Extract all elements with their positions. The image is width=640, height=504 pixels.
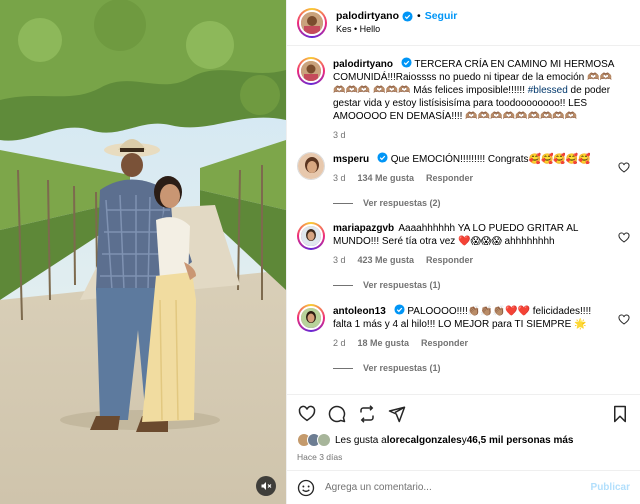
comment-time[interactable]: 3 d	[333, 172, 346, 185]
author-avatar[interactable]	[297, 7, 327, 38]
comment-item: mariapazgvb Aaaahhhhhh YA LO PUEDO GRITA…	[297, 222, 630, 267]
comment-composer: Publicar	[287, 470, 640, 504]
comment-likes[interactable]: 423 Me gusta	[358, 254, 415, 267]
view-replies-label: Ver respuestas (1)	[363, 363, 441, 373]
repost-icon	[360, 405, 374, 423]
share-button[interactable]	[387, 404, 407, 424]
follow-button[interactable]: Seguir	[425, 10, 458, 23]
comment-icon	[328, 405, 346, 423]
comment-time[interactable]: 2 d	[333, 337, 346, 350]
verified-badge-icon	[401, 57, 412, 68]
comments-list[interactable]: palodirtyano TERCERA CRÍA EN CAMINO MI H…	[287, 47, 640, 392]
separator-dot: •	[417, 9, 421, 22]
verified-badge-icon	[394, 304, 405, 315]
view-replies-button[interactable]: Ver respuestas (1)	[333, 363, 630, 373]
comment-likes[interactable]: 18 Me gusta	[358, 337, 410, 350]
caption-username[interactable]: palodirtyano	[333, 59, 393, 70]
save-button[interactable]	[610, 404, 630, 424]
verified-badge-icon	[402, 10, 413, 22]
reply-button[interactable]: Responder	[421, 337, 468, 350]
mute-button[interactable]	[256, 476, 276, 496]
comment-item: antoleon13 PALOOOO!!!!👏🏽👏🏽👏🏽❤️❤️ felicid…	[297, 304, 630, 350]
muted-speaker-icon	[261, 482, 272, 490]
comment-username[interactable]: mariapazgvb	[333, 223, 394, 234]
commenter-avatar[interactable]	[297, 152, 325, 180]
repost-button[interactable]	[357, 404, 377, 424]
reply-button[interactable]: Responder	[426, 254, 473, 267]
comment-likes[interactable]: 134 Me gusta	[358, 172, 415, 185]
liker-username[interactable]: lorecalgonzales	[387, 435, 462, 446]
comment-text: Que EMOCIÓN!!!!!!!!! Congrats🥰🥰🥰🥰🥰	[390, 154, 591, 165]
comment-input[interactable]	[325, 482, 591, 493]
caption: palodirtyano TERCERA CRÍA EN CAMINO MI H…	[297, 57, 630, 142]
audio-track[interactable]: Kes • Hello	[336, 23, 457, 36]
post-photo[interactable]	[0, 0, 286, 504]
heart-icon[interactable]	[618, 162, 630, 174]
caption-time[interactable]: 3 d	[333, 129, 346, 142]
comment-item: msperu Que EMOCIÓN!!!!!!!!! Congrats🥰🥰🥰🥰…	[297, 152, 630, 185]
comment-username[interactable]: msperu	[333, 154, 369, 165]
reply-button[interactable]: Responder	[426, 172, 473, 185]
author-username[interactable]: palodirtyano	[336, 10, 399, 23]
heart-icon[interactable]	[618, 314, 630, 326]
likes-summary: Les gusta a lorecalgonzales y 46,5 mil p…	[297, 433, 630, 447]
likes-prefix: Les gusta a	[335, 434, 387, 446]
comment-username[interactable]: antoleon13	[333, 306, 386, 317]
caption-hashtag[interactable]: #blessed	[528, 85, 568, 96]
liker-avatars[interactable]	[297, 433, 331, 447]
couple-vineyard-photo	[0, 0, 286, 504]
verified-badge-icon	[377, 152, 388, 163]
comment-button[interactable]	[327, 404, 347, 424]
like-button[interactable]	[297, 404, 317, 424]
caption-avatar[interactable]	[297, 57, 325, 85]
bookmark-icon	[614, 405, 626, 423]
commenter-avatar[interactable]	[297, 304, 325, 332]
view-replies-button[interactable]: Ver respuestas (2)	[333, 198, 630, 208]
heart-icon[interactable]	[618, 232, 630, 244]
share-icon	[388, 406, 406, 423]
post-header: palodirtyano • Seguir Kes • Hello	[287, 0, 640, 46]
heart-icon	[298, 405, 316, 422]
instagram-post-modal: palodirtyano • Seguir Kes • Hello palodi…	[0, 0, 640, 504]
post-side-panel: palodirtyano • Seguir Kes • Hello palodi…	[286, 0, 640, 504]
post-actions: Les gusta a lorecalgonzales y 46,5 mil p…	[287, 394, 640, 462]
view-replies-label: Ver respuestas (1)	[363, 280, 441, 290]
publish-button[interactable]: Publicar	[591, 482, 630, 493]
commenter-avatar[interactable]	[297, 222, 325, 250]
view-replies-label: Ver respuestas (2)	[363, 198, 441, 208]
post-date[interactable]: Hace 3 días	[297, 452, 630, 462]
view-replies-button[interactable]: Ver respuestas (1)	[333, 280, 630, 290]
emoji-icon[interactable]	[297, 479, 315, 497]
likes-count[interactable]: 46,5 mil personas más	[467, 435, 574, 446]
comment-time[interactable]: 3 d	[333, 254, 346, 267]
